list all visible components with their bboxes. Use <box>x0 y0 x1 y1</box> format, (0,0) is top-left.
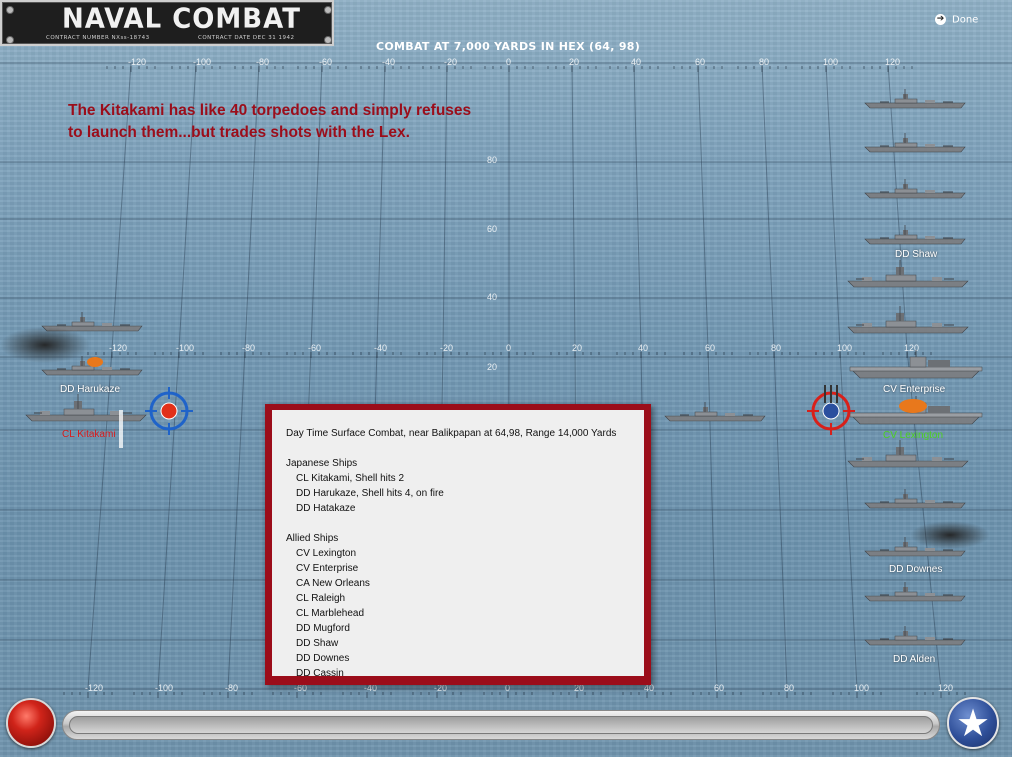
report-japanese-ship: DD Hatakaze <box>296 503 356 514</box>
label-dd-downes: DD Downes <box>889 564 943 575</box>
report-allied-ship: DD Mugford <box>296 623 350 634</box>
report-allied-header: Allied Ships <box>286 533 339 544</box>
label-cv-lexington: CV Lexington <box>883 430 944 441</box>
ship-allied-cl-1[interactable] <box>847 259 969 288</box>
fire-icon <box>899 399 927 413</box>
fire-button[interactable] <box>6 698 56 748</box>
label-cl-kitakami: CL Kitakami <box>62 429 116 440</box>
label-cv-enterprise: CV Enterprise <box>883 384 946 395</box>
ship-allied-dd-middle[interactable] <box>664 401 766 422</box>
allied-target-marker-icon[interactable] <box>807 385 855 435</box>
report-heading: Day Time Surface Combat, near Balikpapan… <box>286 428 617 439</box>
combat-report-panel: Day Time Surface Combat, near Balikpapan… <box>265 404 651 685</box>
ship-allied-dd-2[interactable] <box>864 132 966 153</box>
label-dd-shaw: DD Shaw <box>895 249 938 260</box>
smoke-icon <box>0 327 90 363</box>
fire-icon <box>87 357 103 367</box>
ship-allied-dd-5[interactable] <box>864 581 966 602</box>
smoke-icon <box>910 521 990 549</box>
report-allied-ship: CV Lexington <box>296 548 357 559</box>
ship-dd-shaw[interactable] <box>864 224 966 245</box>
report-allied-ship: CL Marblehead <box>296 608 365 619</box>
report-allied-ship: CV Enterprise <box>296 563 359 574</box>
ship-allied-cl-3[interactable] <box>847 439 969 468</box>
combat-report-text: Day Time Surface Combat, near Balikpapan… <box>272 410 644 676</box>
ship-allied-dd-1[interactable] <box>864 88 966 109</box>
report-japanese-ship: CL Kitakami, Shell hits 2 <box>296 473 405 484</box>
ship-cl-kitakami[interactable] <box>25 393 147 422</box>
report-allied-ship: DD Cassin <box>296 668 344 676</box>
report-japanese-ship: DD Harukaze, Shell hits 4, on fire <box>296 488 444 499</box>
label-dd-harukaze: DD Harukaze <box>60 384 121 395</box>
report-allied-ship: DD Downes <box>296 653 350 664</box>
label-dd-alden: DD Alden <box>893 654 936 665</box>
report-allied-ship: CL Raleigh <box>296 593 346 604</box>
report-allied-ship: CA New Orleans <box>296 578 370 589</box>
star-icon: ★ <box>955 701 991 745</box>
ship-cv-enterprise[interactable] <box>849 349 983 379</box>
progress-track <box>69 716 933 734</box>
report-japanese-header: Japanese Ships <box>286 458 358 469</box>
ship-allied-dd-4[interactable] <box>864 488 966 509</box>
splash-icon <box>119 410 123 448</box>
report-allied-ship: DD Shaw <box>296 638 339 649</box>
combat-progress-bar <box>62 710 940 740</box>
target-reticle-icon[interactable] <box>143 385 195 437</box>
ship-dd-alden[interactable] <box>864 625 966 646</box>
ship-allied-dd-3[interactable] <box>864 178 966 199</box>
ship-allied-cl-2[interactable] <box>847 305 969 334</box>
allied-star-button[interactable]: ★ <box>947 697 999 749</box>
